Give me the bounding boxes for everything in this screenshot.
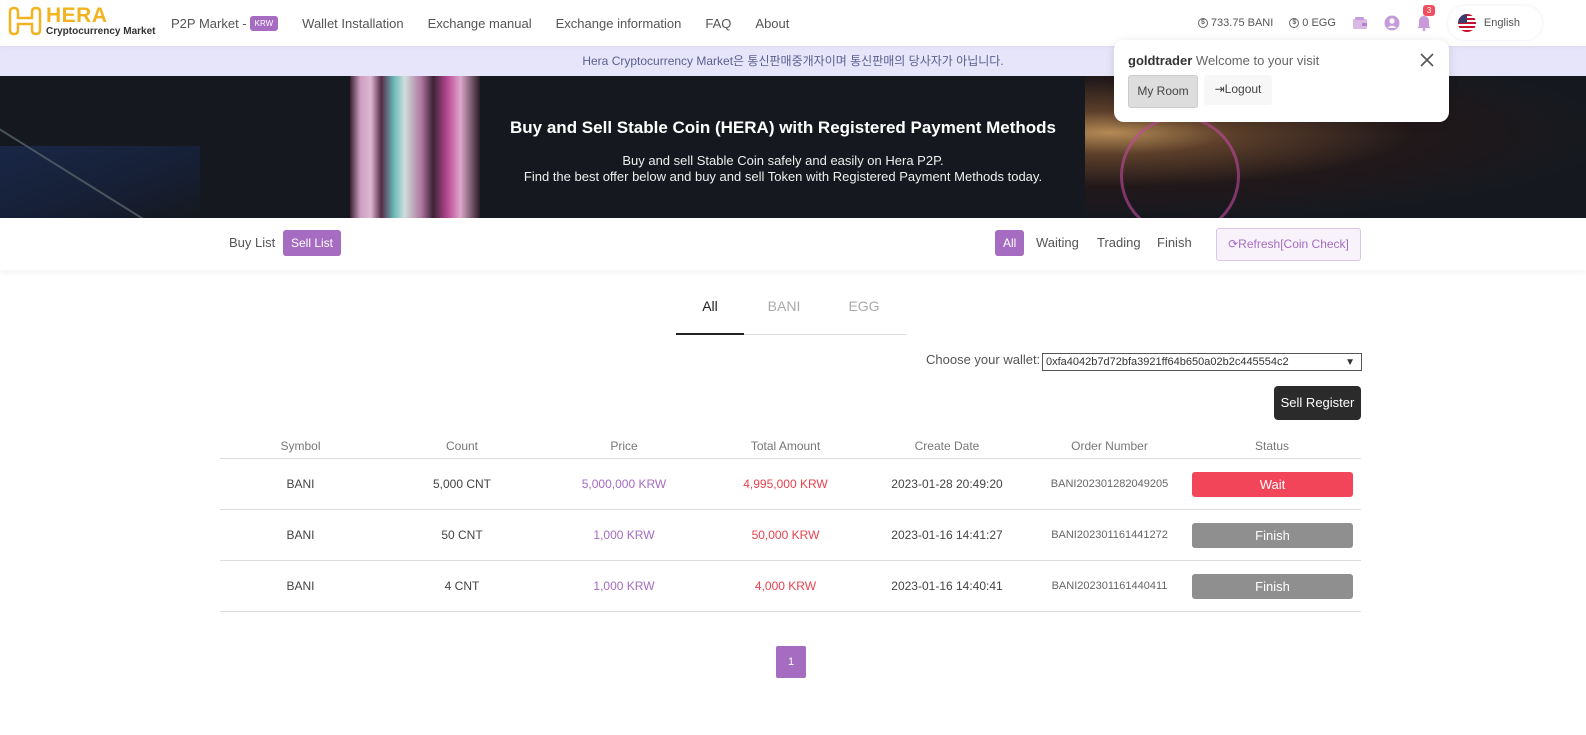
cell-count: 4 CNT	[444, 579, 480, 593]
cell-price: 1,000 KRW	[593, 579, 655, 593]
brand-subtitle: Cryptocurrency Market	[46, 26, 156, 37]
cell-total: 4,995,000 KRW	[743, 477, 828, 491]
popup-username: goldtrader	[1128, 53, 1193, 68]
cell-price: 1,000 KRW	[593, 528, 655, 542]
sell-list-button[interactable]: Sell List	[283, 230, 342, 256]
wallet-select[interactable]: 0xfa4042b7d72bfa3921ff64b650a02b2c445554…	[1042, 353, 1362, 371]
cell-symbol: BANI	[286, 528, 315, 542]
hera-logo[interactable]: HERA Cryptocurrency Market	[8, 4, 155, 38]
buy-list-button[interactable]: Buy List	[229, 230, 275, 256]
us-flag-icon	[1457, 14, 1476, 32]
nav-p2p-market[interactable]: P2P Market - KRW	[171, 15, 279, 31]
cell-date: 2023-01-16 14:41:27	[891, 528, 1003, 542]
header-order-number: Order Number	[1071, 438, 1148, 453]
status-wait-button[interactable]: Wait	[1192, 471, 1353, 497]
cell-order-number: BANI202301161440411	[1051, 580, 1168, 592]
logout-button[interactable]: ⇥Logout	[1204, 75, 1272, 105]
language-label: English	[1483, 17, 1520, 29]
wallet-select-value: 0xfa4042b7d72bfa3921ff64b650a02b2c445554…	[1046, 356, 1289, 368]
sell-register-button[interactable]: Sell Register	[1274, 386, 1361, 420]
tab-egg[interactable]: EGG	[830, 293, 898, 335]
egg-balance-value: 0 EGG	[1302, 17, 1336, 29]
header-count: Count	[445, 438, 479, 453]
close-icon[interactable]	[1419, 52, 1435, 68]
cell-order-number: BANI202301282049205	[1050, 478, 1169, 490]
nav-p2p-market-label: P2P Market -	[171, 15, 247, 31]
filter-bar: Buy List Sell List All Waiting Trading F…	[0, 218, 1586, 270]
user-popup: goldtrader Welcome to your visit My Room…	[1114, 40, 1449, 122]
main-nav: P2P Market - KRW Wallet Installation Exc…	[171, 0, 813, 46]
coin-tabs: All BANI EGG	[676, 293, 906, 335]
cell-order-number: BANI202301161441272	[1051, 529, 1168, 541]
cell-symbol: BANI	[286, 477, 315, 491]
cell-total: 4,000 KRW	[754, 579, 817, 593]
table-row: BANI 50 CNT 1,000 KRW 50,000 KRW 2023-01…	[220, 510, 1361, 561]
logout-icon: ⇥	[1214, 82, 1225, 96]
filter-finish-button[interactable]: Finish	[1157, 230, 1192, 256]
header-status: Status	[1254, 438, 1290, 453]
nav-wallet-installation[interactable]: Wallet Installation	[302, 16, 403, 31]
cell-date: 2023-01-28 20:49:20	[891, 477, 1003, 491]
bani-balance: $ 733.75 BANI	[1197, 17, 1274, 29]
logout-label: Logout	[1224, 82, 1262, 96]
table-row: BANI 5,000 CNT 5,000,000 KRW 4,995,000 K…	[220, 459, 1361, 510]
tab-all[interactable]: All	[676, 293, 744, 335]
egg-balance: $ 0 EGG	[1289, 17, 1336, 29]
notification-bell[interactable]: 3	[1416, 5, 1436, 31]
user-icon[interactable]	[1384, 15, 1400, 31]
nav-exchange-information[interactable]: Exchange information	[556, 16, 682, 31]
banner-subtitle-line2: Find the best offer below and buy and se…	[523, 169, 1043, 184]
coin-icon: $	[1197, 18, 1208, 28]
cell-count: 5,000 CNT	[432, 477, 492, 491]
wallet-label: Choose your wallet:	[926, 352, 1041, 367]
status-finish-button[interactable]: Finish	[1192, 522, 1353, 548]
header-create-date: Create Date	[914, 438, 980, 453]
nav-faq[interactable]: FAQ	[705, 16, 731, 31]
hera-logo-icon	[8, 6, 42, 36]
my-room-button[interactable]: My Room	[1128, 75, 1198, 108]
refresh-icon: ⟳	[1228, 237, 1239, 251]
cell-total: 50,000 KRW	[751, 528, 820, 542]
filter-all-button[interactable]: All	[995, 230, 1025, 256]
banner-subtitle-line1: Buy and sell Stable Coin safely and easi…	[622, 153, 944, 168]
header-symbol: Symbol	[280, 438, 321, 453]
wallet-icon[interactable]	[1352, 15, 1368, 31]
status-finish-button[interactable]: Finish	[1192, 573, 1353, 599]
filter-waiting-button[interactable]: Waiting	[1036, 230, 1079, 256]
orders-table: Symbol Count Price Total Amount Create D…	[220, 433, 1361, 612]
notification-count: 3	[1422, 5, 1436, 16]
nav-exchange-manual[interactable]: Exchange manual	[428, 16, 532, 31]
refresh-label: Refresh[Coin Check]	[1238, 237, 1349, 251]
table-row: BANI 4 CNT 1,000 KRW 4,000 KRW 2023-01-1…	[220, 561, 1361, 612]
banner-subtitle: Buy and sell Stable Coin safely and easi…	[0, 153, 1566, 185]
filter-trading-button[interactable]: Trading	[1097, 230, 1141, 256]
pagination-page-1[interactable]: 1	[776, 646, 806, 678]
brand-name: HERA	[46, 4, 108, 27]
popup-greeting: goldtrader Welcome to your visit	[1128, 53, 1319, 68]
banner-decoration	[350, 76, 480, 218]
chevron-down-icon: ▼	[1345, 357, 1355, 368]
table-header: Symbol Count Price Total Amount Create D…	[220, 433, 1361, 459]
header-total-amount: Total Amount	[750, 438, 821, 453]
cell-date: 2023-01-16 14:40:41	[891, 579, 1003, 593]
popup-welcome-text: Welcome to your visit	[1195, 53, 1320, 68]
coin-icon: $	[1289, 18, 1300, 28]
language-selector[interactable]: English	[1448, 6, 1542, 40]
bani-balance-value: 733.75 BANI	[1210, 17, 1274, 29]
cell-symbol: BANI	[286, 579, 315, 593]
refresh-coin-check-button[interactable]: ⟳Refresh[Coin Check]	[1216, 228, 1361, 261]
cell-price: 5,000,000 KRW	[581, 477, 667, 491]
nav-about[interactable]: About	[755, 16, 789, 31]
header-price: Price	[610, 438, 638, 453]
bell-icon	[1417, 16, 1431, 31]
cell-count: 50 CNT	[441, 528, 483, 542]
krw-badge: KRW	[249, 15, 279, 31]
tab-bani[interactable]: BANI	[750, 293, 818, 335]
